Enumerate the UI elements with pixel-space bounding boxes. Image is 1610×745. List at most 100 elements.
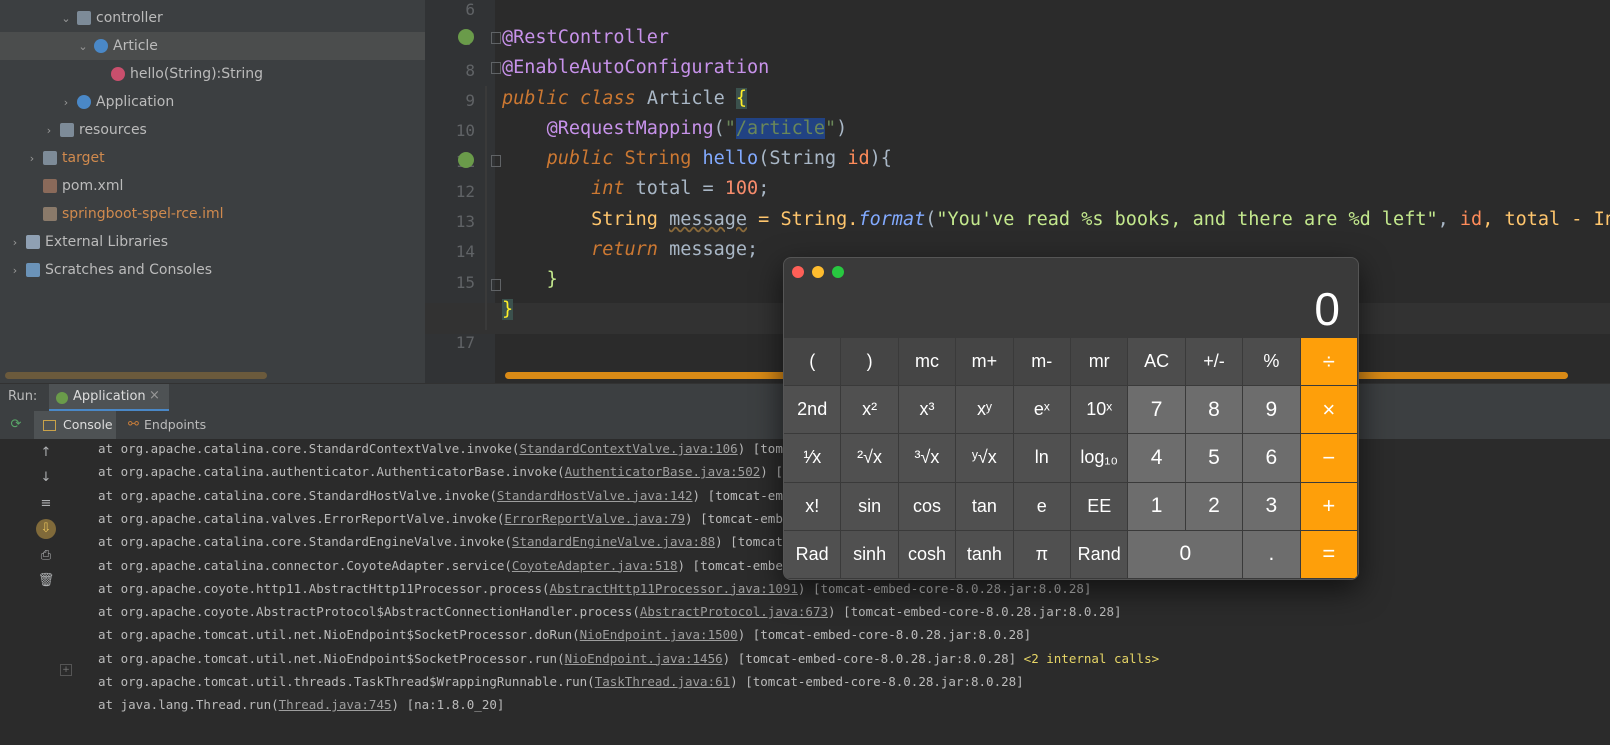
- chevron-down-icon[interactable]: ⌄: [76, 40, 90, 53]
- soft-wrap-icon[interactable]: ≡: [36, 494, 56, 514]
- string-highlight: /article: [735, 118, 826, 139]
- fold-icon[interactable]: [491, 279, 501, 291]
- calc-key[interactable]: AC: [1128, 338, 1186, 387]
- calc-key[interactable]: x!: [784, 482, 842, 531]
- tree-item[interactable]: › target: [0, 144, 450, 172]
- calc-key[interactable]: 5: [1185, 434, 1244, 483]
- calc-key[interactable]: x³: [898, 386, 957, 435]
- expand-icon[interactable]: +: [60, 664, 72, 676]
- scroll-to-end-icon[interactable]: ⇩: [36, 519, 56, 539]
- calc-key[interactable]: =: [1300, 530, 1358, 579]
- calc-key[interactable]: ³√x: [898, 434, 957, 483]
- calc-key[interactable]: ʸ√x: [956, 434, 1014, 483]
- chevron-right-icon[interactable]: ›: [42, 124, 56, 137]
- close-icon[interactable]: ×: [149, 388, 160, 403]
- calc-key[interactable]: Rad: [784, 530, 842, 579]
- calc-key[interactable]: ×: [1300, 386, 1358, 435]
- tree-item[interactable]: › External Libraries: [0, 228, 433, 256]
- internal-calls-link[interactable]: <2 internal calls>: [1024, 651, 1159, 666]
- chevron-right-icon[interactable]: ›: [25, 152, 39, 165]
- source-link[interactable]: StandardContextValve.java:106: [519, 441, 737, 456]
- calc-key[interactable]: 4: [1128, 434, 1186, 483]
- tree-item[interactable]: ⌄ controller: [0, 4, 484, 32]
- calc-key[interactable]: −: [1300, 434, 1358, 483]
- calc-key[interactable]: 2: [1185, 482, 1244, 531]
- arrow-up-icon[interactable]: ↑: [36, 443, 56, 463]
- tree-item[interactable]: › Application: [0, 88, 484, 116]
- spring-mapping-gutter-icon[interactable]: [458, 152, 474, 168]
- source-link[interactable]: CoyoteAdapter.java:518: [512, 558, 678, 573]
- calc-key[interactable]: x²: [841, 386, 899, 435]
- calc-key[interactable]: +: [1300, 482, 1358, 531]
- tab-application[interactable]: Application ×: [49, 384, 169, 412]
- calc-key[interactable]: 3: [1243, 482, 1301, 531]
- calc-key[interactable]: m+: [956, 338, 1014, 387]
- calc-key[interactable]: 9: [1243, 386, 1301, 435]
- source-link[interactable]: NioEndpoint.java:1500: [580, 627, 738, 642]
- calc-key[interactable]: %: [1243, 338, 1301, 387]
- fold-icon[interactable]: [491, 62, 501, 74]
- source-link[interactable]: ErrorReportValve.java:79: [504, 511, 685, 526]
- calc-key[interactable]: 7: [1128, 386, 1186, 435]
- calc-key[interactable]: e: [1013, 482, 1071, 531]
- calc-key[interactable]: +/-: [1185, 338, 1244, 387]
- calc-key[interactable]: ln: [1013, 434, 1071, 483]
- trash-icon[interactable]: 🗑: [36, 571, 56, 591]
- calc-key[interactable]: sin: [841, 482, 899, 531]
- calc-key[interactable]: cos: [898, 482, 957, 531]
- calc-key[interactable]: 2nd: [784, 386, 842, 435]
- spring-bean-gutter-icon[interactable]: [458, 29, 474, 45]
- calc-key[interactable]: .: [1243, 530, 1301, 579]
- fold-icon[interactable]: [491, 155, 501, 167]
- minimize-button[interactable]: [812, 266, 824, 278]
- calc-key[interactable]: mr: [1071, 338, 1129, 387]
- calc-key[interactable]: xʸ: [956, 386, 1014, 435]
- source-link[interactable]: TaskThread.java:61: [595, 674, 730, 689]
- source-link[interactable]: StandardEngineValve.java:88: [512, 534, 715, 549]
- source-link[interactable]: AuthenticatorBase.java:502: [565, 464, 761, 479]
- tree-item[interactable]: pom.xml: [0, 172, 450, 200]
- tab-endpoints[interactable]: ⚯ Endpoints: [122, 411, 206, 439]
- tree-item[interactable]: › Scratches and Consoles: [0, 256, 433, 284]
- source-link[interactable]: StandardHostValve.java:142: [497, 488, 693, 503]
- calc-key[interactable]: ÷: [1300, 338, 1358, 387]
- fold-icon[interactable]: [491, 32, 501, 44]
- calc-key[interactable]: Rand: [1071, 530, 1129, 579]
- rerun-icon[interactable]: ⟳: [6, 415, 26, 435]
- tab-console[interactable]: Console: [34, 411, 116, 439]
- calc-key[interactable]: (: [784, 338, 842, 387]
- calc-key[interactable]: π: [1013, 530, 1071, 579]
- calc-key[interactable]: cosh: [898, 530, 957, 579]
- tree-item[interactable]: springboot-spel-rce.iml: [0, 200, 450, 228]
- calc-key[interactable]: 1: [1128, 482, 1186, 531]
- calc-key[interactable]: 0: [1128, 530, 1244, 579]
- source-link[interactable]: AbstractProtocol.java:673: [640, 604, 828, 619]
- calc-key[interactable]: 8: [1185, 386, 1244, 435]
- calc-key[interactable]: ): [841, 338, 899, 387]
- chevron-right-icon[interactable]: ›: [59, 96, 73, 109]
- print-icon[interactable]: ⎙: [36, 546, 56, 566]
- chevron-right-icon[interactable]: ›: [8, 236, 22, 249]
- calc-key[interactable]: mc: [898, 338, 957, 387]
- arrow-down-icon[interactable]: ↓: [36, 468, 56, 488]
- calc-key[interactable]: tan: [956, 482, 1014, 531]
- calc-key[interactable]: ²√x: [841, 434, 899, 483]
- calc-key[interactable]: eˣ: [1013, 386, 1071, 435]
- source-link[interactable]: Thread.java:745: [279, 697, 392, 712]
- source-link[interactable]: NioEndpoint.java:1456: [565, 651, 723, 666]
- tree-item[interactable]: › resources: [0, 116, 467, 144]
- chevron-right-icon[interactable]: ›: [8, 264, 22, 277]
- calc-key[interactable]: m-: [1013, 338, 1071, 387]
- close-button[interactable]: [792, 266, 804, 278]
- calc-key[interactable]: EE: [1071, 482, 1129, 531]
- calc-key[interactable]: ¹⁄x: [784, 434, 842, 483]
- chevron-down-icon[interactable]: ⌄: [59, 12, 73, 25]
- calc-key[interactable]: 6: [1243, 434, 1301, 483]
- calc-key[interactable]: 10ˣ: [1071, 386, 1129, 435]
- zoom-button[interactable]: [832, 266, 844, 278]
- tree-horizontal-scrollbar[interactable]: [5, 372, 267, 379]
- source-link[interactable]: AbstractHttp11Processor.java:1091: [550, 581, 798, 596]
- calc-key[interactable]: tanh: [956, 530, 1014, 579]
- calc-key[interactable]: sinh: [841, 530, 899, 579]
- calc-key[interactable]: log₁₀: [1071, 434, 1129, 483]
